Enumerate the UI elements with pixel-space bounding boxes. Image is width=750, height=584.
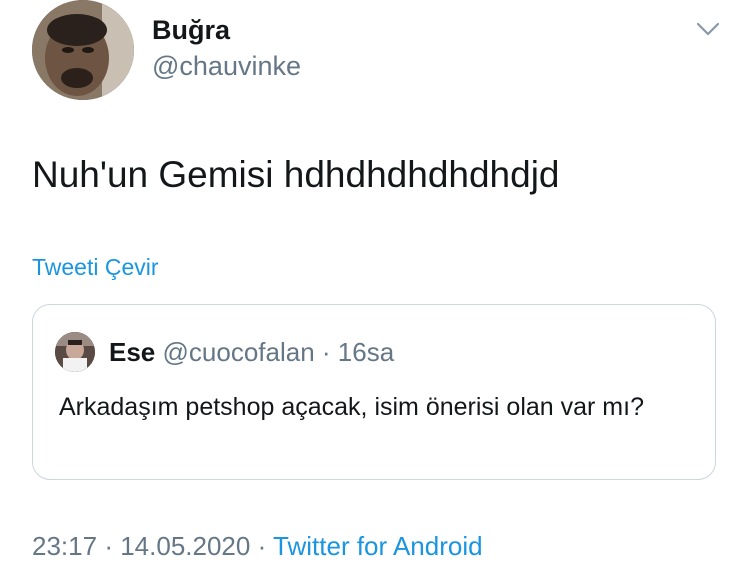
author-avatar[interactable] [32, 0, 134, 100]
chevron-down-icon[interactable] [693, 16, 723, 40]
quoted-timestamp: 16sa [337, 337, 395, 367]
translate-tweet-link[interactable]: Tweeti Çevir [32, 253, 159, 281]
quoted-author-handle: @cuocofalan [162, 337, 315, 367]
author-name[interactable]: Buğra [152, 14, 230, 46]
meta-separator: · [104, 531, 113, 561]
quoted-separator: · [321, 337, 331, 367]
quoted-tweet-card[interactable]: Ese @cuocofalan · 16sa Arkadaşım petshop… [32, 304, 716, 480]
quoted-author-name: Ese [109, 337, 156, 367]
quoted-header: Ese @cuocofalan · 16sa [109, 335, 394, 369]
author-handle[interactable]: @chauvinke [152, 50, 301, 82]
meta-separator: · [257, 531, 267, 561]
tweet-source-link[interactable]: Twitter for Android [273, 531, 483, 561]
tweet-text: Nuh'un Gemisi hdhdhdhdhdhdjd [32, 154, 560, 195]
tweet-time: 23:17 [32, 531, 98, 561]
tweet-meta: 23:17 · 14.05.2020 · Twitter for Android [32, 530, 483, 562]
tweet-date: 14.05.2020 [120, 531, 251, 561]
quoted-author-avatar [55, 332, 95, 372]
quoted-tweet-text: Arkadaşım petshop açacak, isim önerisi o… [59, 393, 644, 421]
